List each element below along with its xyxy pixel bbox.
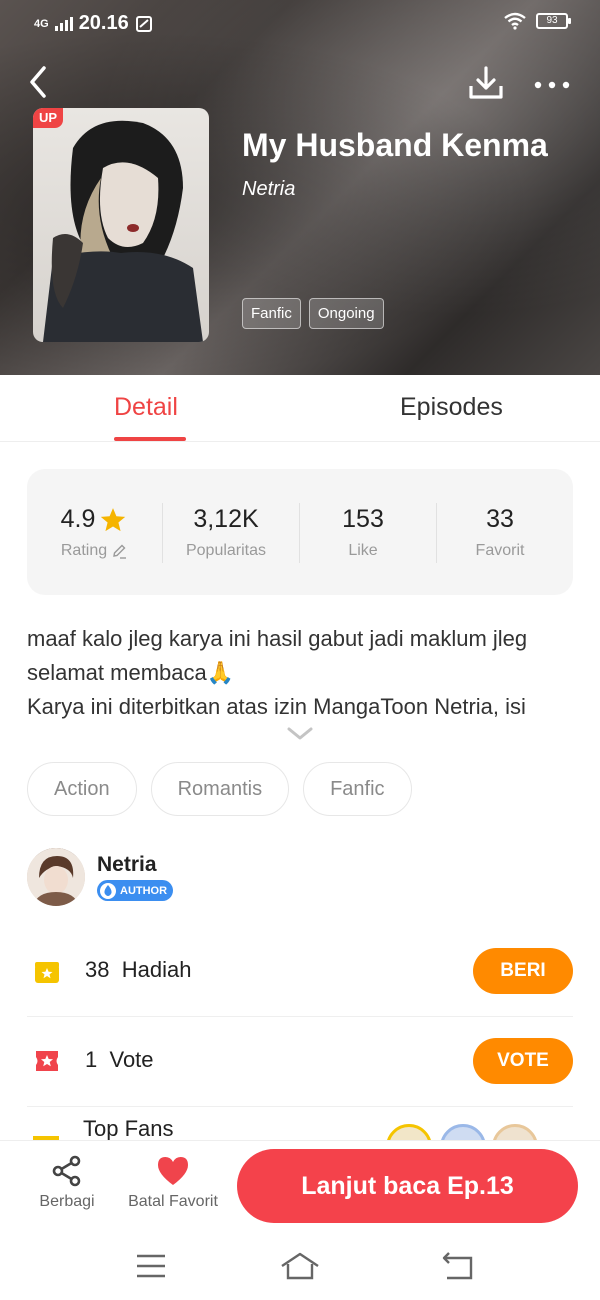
share-button[interactable]: Berbagi	[34, 1155, 100, 1211]
vote-button[interactable]: VOTE	[473, 1038, 573, 1084]
share-icon	[52, 1155, 81, 1187]
favorite-value: 33	[486, 505, 514, 533]
rating-label: Rating	[60, 542, 108, 559]
divider	[27, 1106, 573, 1107]
continue-reading-button[interactable]: Lanjut baca Ep.13	[237, 1149, 578, 1223]
vote-count-text: 1 Vote	[85, 1047, 154, 1073]
description-line: selamat membaca🙏	[27, 660, 235, 685]
vote-count: 1	[85, 1047, 98, 1072]
author-badge-icon	[100, 882, 116, 899]
battery-icon: 93	[536, 13, 571, 29]
vote-label: Vote	[109, 1047, 154, 1072]
author-badge: AUTHOR	[97, 880, 174, 901]
wifi-icon	[504, 12, 526, 30]
back-nav-icon[interactable]	[437, 1250, 477, 1282]
gift-count-text: 38 Hadiah	[85, 957, 191, 983]
book-title: My Husband Kenma	[242, 127, 548, 163]
tag-ongoing: Ongoing	[308, 298, 384, 329]
system-navigation-bar	[0, 1232, 600, 1300]
book-description[interactable]: maaf kalo jleg karya ini hasil gabut jad…	[27, 622, 573, 724]
gift-row: 38 Hadiah BERI	[27, 926, 573, 1016]
stat-rating[interactable]: 4.9 Rating	[29, 505, 159, 560]
favorite-label: Favorit	[475, 542, 525, 559]
book-cover[interactable]: UP	[33, 108, 209, 342]
bottom-action-bar: Berbagi Batal Favorit Lanjut baca Ep.13	[0, 1140, 600, 1232]
more-options-icon[interactable]	[532, 70, 572, 100]
genre-chip-romantis[interactable]: Romantis	[150, 762, 290, 816]
star-icon	[101, 507, 126, 531]
vote-row: 1 Vote VOTE	[27, 1016, 573, 1106]
heart-icon	[158, 1157, 188, 1185]
stats-card: 4.9 Rating 3,12K Popularitas 153 Like 33…	[27, 469, 573, 595]
author-name[interactable]: Netria	[97, 853, 157, 877]
vote-ticket-icon	[36, 1051, 58, 1071]
gift-icon	[35, 962, 59, 983]
update-badge: UP	[33, 108, 63, 128]
description-line: maaf kalo jleg karya ini hasil gabut jad…	[27, 626, 528, 651]
tab-episodes[interactable]: Episodes	[400, 393, 503, 422]
active-tab-indicator	[114, 437, 186, 441]
book-author[interactable]: Netria	[242, 178, 295, 201]
status-bar: 4G 20.16 93	[0, 8, 600, 38]
home-icon[interactable]	[280, 1250, 320, 1282]
give-gift-button[interactable]: BERI	[473, 948, 573, 994]
gift-count: 38	[85, 957, 110, 982]
popularity-label: Popularitas	[185, 542, 267, 559]
description-line: Karya ini diterbitkan atas izin MangaToo…	[27, 694, 526, 719]
popularity-value: 3,12K	[193, 505, 259, 533]
cover-illustration	[43, 120, 203, 342]
gift-label: Hadiah	[121, 957, 192, 982]
signal-icon	[54, 16, 73, 31]
menu-icon[interactable]	[131, 1250, 171, 1282]
unfavorite-button[interactable]: Batal Favorit	[124, 1155, 222, 1211]
book-tags: Fanfic Ongoing	[242, 298, 384, 329]
stat-favorite: 33 Favorit	[435, 505, 565, 560]
fan-avatar	[386, 1124, 432, 1140]
clock: 20.16	[78, 12, 129, 34]
tab-detail[interactable]: Detail	[114, 393, 178, 422]
genre-chip-fanfic[interactable]: Fanfic	[303, 762, 412, 816]
back-arrow-icon[interactable]	[22, 62, 58, 102]
fan-avatar	[440, 1124, 486, 1140]
download-icon[interactable]	[466, 64, 506, 104]
rating-value: 4.9	[60, 505, 96, 533]
author-badge-label: AUTHOR	[120, 884, 168, 897]
tab-bar: Detail Episodes	[0, 375, 600, 442]
tag-fanfic: Fanfic	[242, 298, 301, 329]
top-fans-label[interactable]: Top Fans	[83, 1116, 174, 1142]
like-value: 153	[342, 505, 384, 533]
share-label: Berbagi	[39, 1193, 95, 1210]
genre-chip-action[interactable]: Action	[27, 762, 137, 816]
expand-chevron-icon[interactable]	[286, 726, 314, 742]
stat-like: 153 Like	[298, 505, 428, 560]
stat-popularity: 3,12K Popularitas	[161, 505, 291, 560]
author-avatar-image	[27, 848, 85, 906]
unfavorite-label: Batal Favorit	[128, 1193, 218, 1210]
fan-avatar	[492, 1124, 538, 1140]
author-avatar[interactable]	[27, 848, 85, 906]
screenshot-notification-icon	[135, 15, 152, 32]
top-fans-avatars[interactable]	[386, 1124, 546, 1140]
like-label: Like	[348, 542, 378, 559]
network-type: 4G	[34, 17, 49, 30]
genre-chips: Action Romantis Fanfic	[27, 762, 412, 816]
edit-pencil-icon[interactable]	[111, 543, 127, 559]
